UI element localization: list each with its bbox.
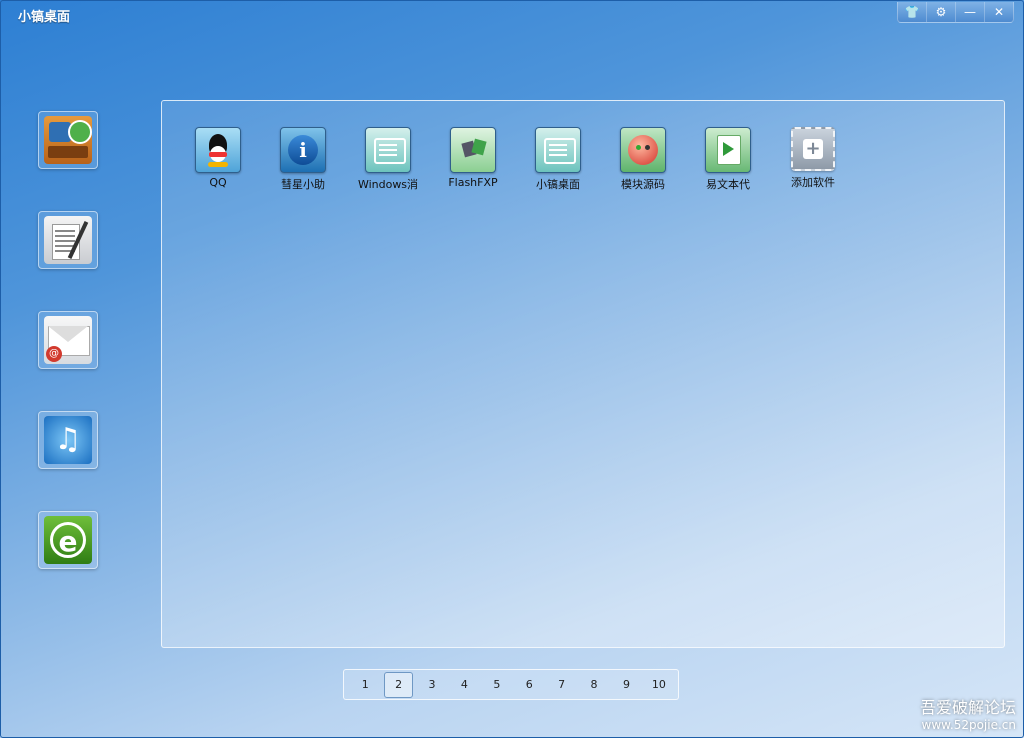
windows-tool-icon: [365, 127, 411, 173]
sidebar-item-music[interactable]: ♫: [38, 411, 98, 469]
app-add-software[interactable]: + 添加软件: [773, 127, 853, 190]
page-10[interactable]: 10: [646, 673, 672, 697]
app-xiaogao-desktop[interactable]: 小镐桌面: [518, 127, 598, 192]
app-label: QQ: [209, 176, 227, 189]
app-label: 易文本代: [706, 178, 750, 191]
app-module-source[interactable]: 模块源码: [603, 127, 683, 192]
music-note-icon: ♫: [44, 416, 92, 464]
shirt-icon: 👕: [904, 5, 920, 19]
calendar-apps-icon: [44, 116, 92, 164]
desktop-app-icon: [535, 127, 581, 173]
page-3[interactable]: 3: [419, 673, 445, 697]
app-panel: QQ i 彗星小助 Windows消 FlashFXP 小镐桌面 模块源码 易文…: [161, 100, 1005, 648]
qq-penguin-icon: [195, 127, 241, 173]
page-2[interactable]: 2: [384, 671, 413, 698]
app-label: FlashFXP: [448, 176, 498, 189]
page-5[interactable]: 5: [484, 673, 510, 697]
minimize-button[interactable]: —: [955, 2, 984, 23]
add-software-icon: +: [791, 127, 835, 171]
watermark-line2: www.52pojie.cn: [921, 718, 1016, 732]
page-1[interactable]: 1: [352, 673, 378, 697]
page-6[interactable]: 6: [516, 673, 542, 697]
flashfxp-icon: [450, 127, 496, 173]
info-icon: i: [280, 127, 326, 173]
window-controls: 👕 ⚙ — ✕: [897, 2, 1014, 23]
minimize-icon: —: [964, 5, 976, 19]
app-text-proxy[interactable]: 易文本代: [688, 127, 768, 192]
page-7[interactable]: 7: [548, 673, 574, 697]
close-button[interactable]: ✕: [984, 2, 1014, 23]
app-qq[interactable]: QQ: [178, 127, 258, 189]
page-9[interactable]: 9: [613, 673, 639, 697]
pagination: 1 2 3 4 5 6 7 8 9 10: [343, 669, 679, 700]
page-4[interactable]: 4: [451, 673, 477, 697]
app-label: Windows消: [357, 178, 419, 191]
module-source-icon: [620, 127, 666, 173]
green-browser-icon: e: [44, 516, 92, 564]
close-icon: ✕: [993, 5, 1005, 19]
sidebar-item-documents[interactable]: [38, 211, 98, 269]
watermark: 吾爱破解论坛 www.52pojie.cn: [920, 694, 1016, 732]
document-pen-icon: [44, 216, 92, 264]
sidebar-item-mail[interactable]: @: [38, 311, 98, 369]
app-windows-tool[interactable]: Windows消: [348, 127, 428, 192]
app-label: 小镐桌面: [536, 178, 580, 191]
sidebar-item-browser[interactable]: e: [38, 511, 98, 569]
settings-button[interactable]: ⚙: [926, 2, 955, 23]
text-proxy-icon: [705, 127, 751, 173]
app-flashfxp[interactable]: FlashFXP: [433, 127, 513, 189]
mail-icon: @: [44, 316, 92, 364]
watermark-line1: 吾爱破解论坛: [919, 698, 1016, 717]
app-label: 模块源码: [621, 178, 665, 191]
app-label: 添加软件: [791, 176, 835, 189]
page-8[interactable]: 8: [581, 673, 607, 697]
sidebar-item-apps[interactable]: [38, 111, 98, 169]
gear-icon: ⚙: [935, 5, 947, 19]
app-label: 彗星小助: [281, 178, 325, 191]
window-title: 小镐桌面: [18, 10, 71, 25]
app-comet-helper[interactable]: i 彗星小助: [263, 127, 343, 192]
skin-button[interactable]: 👕: [897, 2, 926, 23]
